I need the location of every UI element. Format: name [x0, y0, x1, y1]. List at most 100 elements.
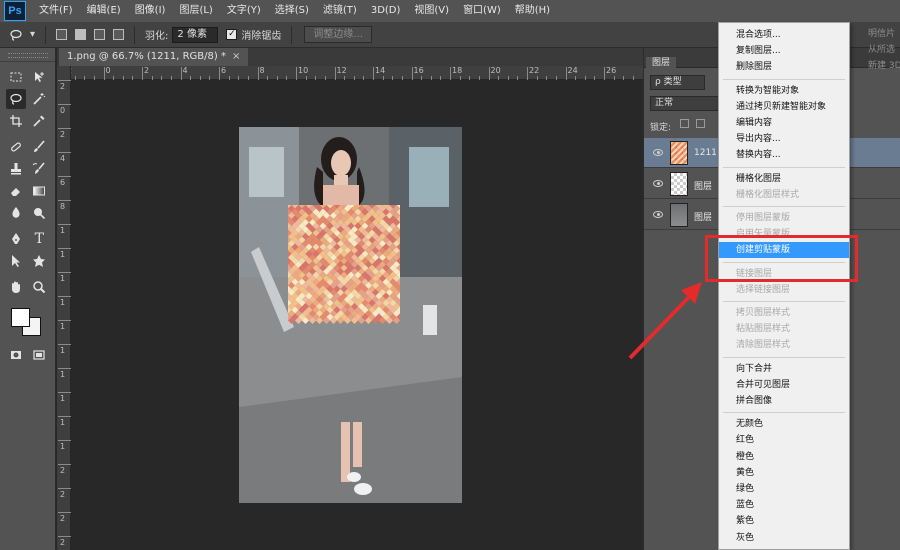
ruler-tick	[517, 76, 519, 80]
refine-edge-button[interactable]: 调整边缘...	[304, 26, 372, 43]
new-selection-button[interactable]	[56, 29, 68, 40]
context-menu-item[interactable]: 绿色	[719, 481, 849, 497]
ruler-tick	[613, 76, 615, 80]
menu-type[interactable]: 文字(Y)	[220, 0, 268, 22]
ruler-tick	[401, 76, 403, 80]
add-selection-button[interactable]	[75, 29, 87, 40]
brush-icon[interactable]	[29, 137, 49, 157]
toolbar-grip[interactable]	[0, 48, 55, 62]
history-brush-icon[interactable]	[29, 159, 49, 179]
close-tab-icon[interactable]: ×	[232, 51, 240, 62]
context-menu-item[interactable]: 红色	[719, 432, 849, 448]
dodge-icon[interactable]	[29, 203, 49, 223]
hand-icon[interactable]	[6, 277, 26, 297]
pen-icon[interactable]	[6, 229, 26, 249]
foreground-color-swatch[interactable]	[11, 308, 30, 327]
context-menu-item[interactable]: 灰色	[719, 530, 849, 546]
menu-separator	[723, 301, 845, 302]
menu-help[interactable]: 帮助(H)	[508, 0, 557, 22]
document-tab[interactable]: 1.png @ 66.7% (1211, RGB/8) * ×	[59, 48, 249, 66]
ruler-tick	[58, 368, 71, 369]
quickmask-icon[interactable]	[6, 345, 26, 365]
context-menu-item: 选择链接图层	[736, 284, 791, 295]
context-menu-item[interactable]: 导出内容...	[719, 131, 849, 147]
ruler-tick	[450, 67, 451, 80]
ruler-number: 1	[60, 394, 66, 403]
blur-icon[interactable]	[6, 203, 26, 223]
layer-thumbnail	[670, 172, 688, 196]
ruler-tick	[315, 76, 317, 80]
menu-file[interactable]: 文件(F)	[32, 0, 80, 22]
menu-select[interactable]: 选择(S)	[268, 0, 316, 22]
shape-icon[interactable]	[29, 251, 49, 271]
layer-filter-dropdown[interactable]: ρ 类型	[650, 75, 705, 90]
highlight-annotation-box	[705, 235, 858, 282]
type-icon[interactable]: T	[29, 229, 49, 249]
blend-mode-dropdown[interactable]: 正常	[650, 96, 726, 111]
subtract-selection-button[interactable]	[94, 29, 106, 40]
lasso-icon[interactable]	[5, 89, 26, 109]
menu-image[interactable]: 图像(I)	[128, 0, 173, 22]
context-menu-item[interactable]: 向下合并	[719, 361, 849, 377]
context-menu-item[interactable]: 黄色	[719, 465, 849, 481]
preset-dropdown-icon[interactable]: ▾	[30, 29, 35, 40]
ruler-tick	[209, 76, 211, 80]
feather-input[interactable]: 2 像素	[172, 26, 219, 43]
menu-3d[interactable]: 3D(D)	[364, 0, 408, 22]
context-menu-item[interactable]: 紫色	[719, 513, 849, 529]
gradient-icon[interactable]	[29, 181, 49, 201]
ruler-number: 4	[182, 66, 188, 75]
context-menu-item[interactable]: 混合选项...	[719, 27, 849, 43]
context-menu-item[interactable]: 转换为智能对象	[719, 83, 849, 99]
magic-wand-icon[interactable]	[29, 89, 49, 109]
zoom-icon[interactable]	[29, 277, 49, 297]
lasso-preset-icon[interactable]	[6, 25, 26, 45]
menu-edit[interactable]: 编辑(E)	[80, 0, 128, 22]
healing-icon[interactable]	[6, 137, 26, 157]
ruler-number: 1	[60, 370, 66, 379]
ruler-tick	[58, 200, 71, 201]
move-icon[interactable]	[29, 67, 49, 87]
screen-mode-icon[interactable]	[29, 345, 49, 365]
context-menu-item[interactable]: 蓝色	[719, 497, 849, 513]
menu-window[interactable]: 窗口(W)	[456, 0, 508, 22]
stamp-icon[interactable]	[6, 159, 26, 179]
lock-transparent-icon[interactable]	[680, 119, 689, 128]
eyedropper-icon[interactable]	[29, 111, 49, 131]
path-select-icon[interactable]	[6, 251, 26, 271]
antialias-checkbox[interactable]: ✓	[226, 29, 238, 40]
ruler-tick	[344, 76, 346, 80]
context-menu-item[interactable]: 编辑内容	[719, 115, 849, 131]
ruler-number: 2	[60, 82, 66, 91]
context-menu-item[interactable]: 橙色	[719, 449, 849, 465]
context-menu-item[interactable]: 栅格化图层	[719, 171, 849, 187]
menu-layer[interactable]: 图层(L)	[172, 0, 219, 22]
ruler-tick	[498, 76, 500, 80]
context-menu-item[interactable]: 无颜色	[719, 416, 849, 432]
lock-brush-icon[interactable]	[696, 119, 705, 128]
layers-tab[interactable]: 图层	[646, 57, 677, 69]
eraser-icon[interactable]	[6, 181, 26, 201]
context-menu-item[interactable]: 拼合图像	[719, 393, 849, 409]
context-menu-item[interactable]: 替换内容...	[719, 147, 849, 163]
eye-icon[interactable]	[653, 211, 663, 218]
context-menu-item[interactable]: 合并可见图层	[719, 377, 849, 393]
eye-icon[interactable]	[653, 149, 663, 156]
menu-filter[interactable]: 滤镜(T)	[316, 0, 364, 22]
ruler-tick	[565, 67, 567, 80]
context-menu-item[interactable]: 删除图层	[719, 59, 849, 75]
intersect-selection-button[interactable]	[113, 29, 125, 40]
ruler-number: 20	[490, 66, 501, 75]
crop-icon[interactable]	[6, 111, 26, 131]
context-menu-item[interactable]: 复制图层...	[719, 43, 849, 59]
image-canvas[interactable]	[239, 127, 462, 503]
ruler-number: 12	[336, 66, 347, 75]
ruler-tick	[219, 67, 220, 80]
context-menu-item[interactable]: 通过拷贝新建智能对象	[719, 99, 849, 115]
eye-icon[interactable]	[653, 180, 663, 187]
ruler-tick	[58, 392, 71, 393]
panel-text-line: 明信片	[868, 29, 896, 39]
marquee-icon[interactable]	[6, 67, 26, 87]
menu-view[interactable]: 视图(V)	[407, 0, 456, 22]
ruler-tick	[373, 67, 374, 80]
